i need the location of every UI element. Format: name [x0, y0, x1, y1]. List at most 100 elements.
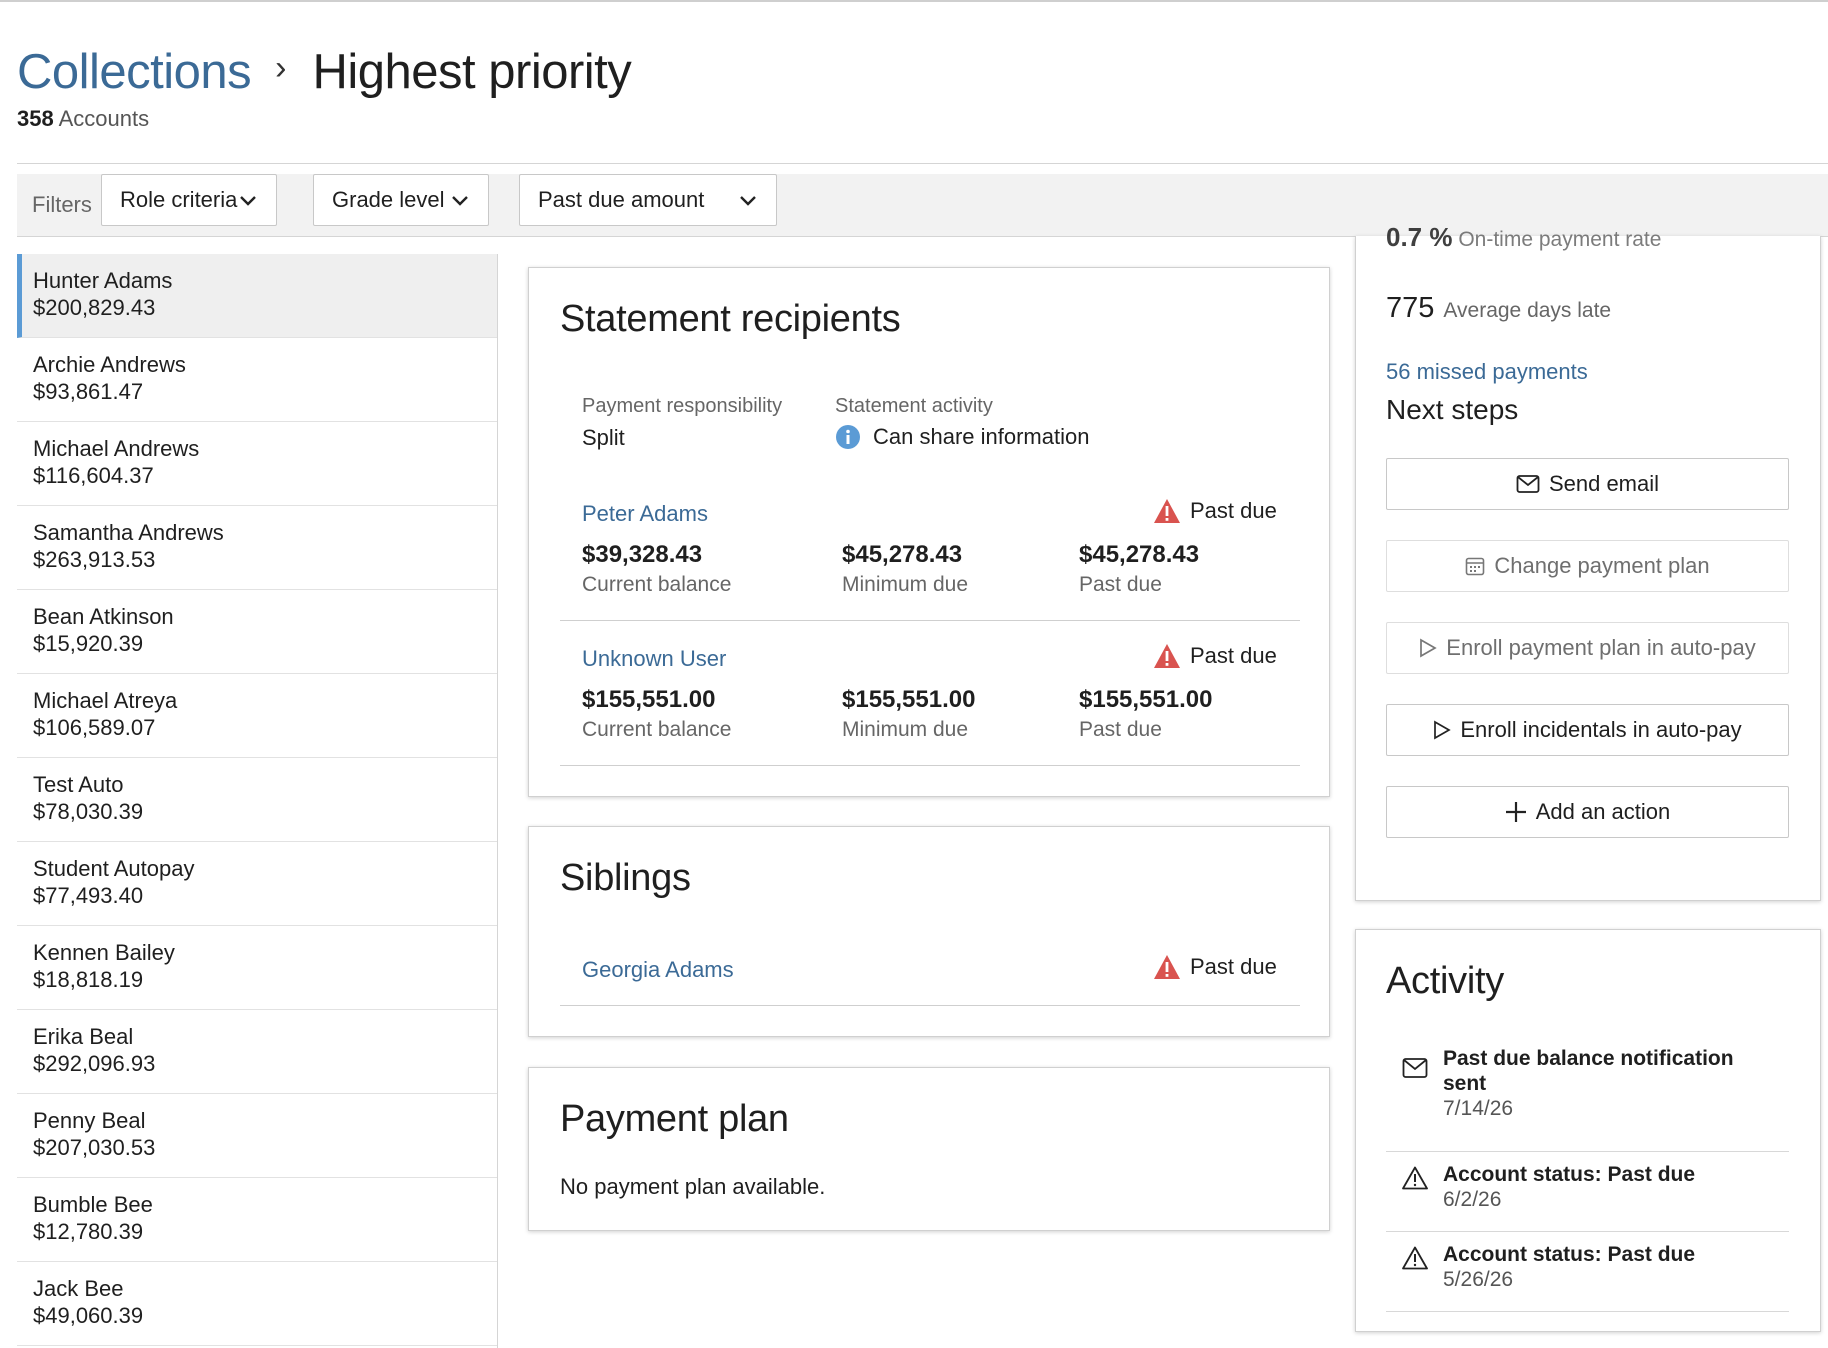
- statement-recipients-card: Statement recipients Payment responsibil…: [528, 267, 1330, 797]
- account-name: Student Autopay: [33, 856, 195, 881]
- current-balance-label: Current balance: [582, 718, 732, 741]
- account-name: Archie Andrews: [33, 352, 186, 377]
- current-balance-block: $39,328.43 Current balance: [582, 541, 731, 597]
- activity-item: Past due balance notification sent 7/14/…: [1386, 1046, 1789, 1152]
- chevron-down-icon: [740, 196, 756, 206]
- account-name: Samantha Andrews: [33, 520, 224, 545]
- activity-item: Account status: Past due 5/26/26: [1386, 1232, 1789, 1312]
- average-days-late-row: 775 Average days late: [1386, 292, 1611, 325]
- list-item[interactable]: Michael Atreya $106,589.07: [17, 674, 497, 758]
- missed-payments-link[interactable]: 56 missed payments: [1386, 359, 1588, 385]
- on-time-rate-label: On-time payment rate: [1458, 228, 1662, 251]
- role-criteria-filter-button[interactable]: Role criteria: [101, 174, 277, 226]
- list-item[interactable]: Student Autopay $77,493.40: [17, 842, 497, 926]
- average-days-late-value: 775: [1386, 292, 1435, 324]
- list-item[interactable]: Jack Bee $49,060.39: [17, 1262, 497, 1346]
- warning-icon: [1154, 644, 1180, 668]
- mail-icon: [1516, 475, 1540, 493]
- list-item[interactable]: Archie Andrews $93,861.47: [17, 338, 497, 422]
- recipient-divider: [560, 620, 1300, 621]
- payment-plan-message: No payment plan available.: [560, 1174, 826, 1199]
- add-action-label: Add an action: [1535, 799, 1671, 824]
- current-balance-label: Current balance: [582, 573, 732, 596]
- account-amount: $200,829.43: [33, 295, 156, 320]
- list-item[interactable]: Samantha Andrews $263,913.53: [17, 506, 497, 590]
- enroll-payment-plan-autopay-label: Enroll payment plan in auto-pay: [1446, 635, 1756, 660]
- activity-title: Activity: [1386, 960, 1504, 1002]
- filters-label: Filters: [32, 192, 92, 217]
- plus-icon: [1505, 802, 1526, 822]
- breadcrumb-collections-link[interactable]: Collections: [17, 44, 252, 100]
- past-due-status: Past due: [1190, 498, 1277, 523]
- list-item[interactable]: Bumble Bee $12,780.39: [17, 1178, 497, 1262]
- enroll-incidentals-autopay-label: Enroll incidentals in auto-pay: [1460, 717, 1742, 742]
- recipient-name-link[interactable]: Unknown User: [582, 646, 726, 672]
- account-amount: $77,493.40: [33, 883, 144, 908]
- past-due-value: $45,278.43: [1079, 541, 1200, 568]
- activity-text: Account status: Past due 6/2/26: [1443, 1162, 1773, 1212]
- past-due-amount-filter-button[interactable]: Past due amount: [519, 174, 777, 226]
- activity-item: Account status: Past due 6/2/26: [1386, 1152, 1789, 1232]
- accounts-count-label: Accounts: [58, 106, 150, 131]
- past-due-badge: Past due: [1153, 643, 1277, 669]
- enroll-payment-plan-autopay-button[interactable]: Enroll payment plan in auto-pay: [1386, 622, 1789, 674]
- list-item[interactable]: Erika Beal $292,096.93: [17, 1010, 497, 1094]
- account-name: Bean Atkinson: [33, 604, 174, 629]
- account-name: Hunter Adams: [33, 268, 173, 293]
- account-amount: $207,030.53: [33, 1135, 156, 1160]
- sibling-divider: [560, 1005, 1300, 1006]
- minimum-due-value: $45,278.43: [842, 541, 963, 568]
- activity-description: Past due balance notification sent: [1443, 1047, 1734, 1095]
- minimum-due-label: Minimum due: [842, 573, 969, 596]
- activity-text: Account status: Past due 5/26/26: [1443, 1242, 1773, 1292]
- account-name: Kennen Bailey: [33, 940, 175, 965]
- list-item[interactable]: Hunter Adams $200,829.43: [17, 254, 497, 338]
- header-divider: [17, 163, 1828, 164]
- account-amount: $292,096.93: [33, 1051, 156, 1076]
- warning-icon: [1154, 499, 1180, 523]
- account-name: Penny Beal: [33, 1108, 146, 1133]
- top-border: [0, 0, 1828, 2]
- minimum-due-block: $45,278.43 Minimum due: [842, 541, 968, 597]
- change-payment-plan-button[interactable]: Change payment plan: [1386, 540, 1789, 592]
- minimum-due-block: $155,551.00 Minimum due: [842, 686, 975, 742]
- sibling-name-link[interactable]: Georgia Adams: [582, 957, 734, 983]
- send-email-button[interactable]: Send email: [1386, 458, 1789, 510]
- past-due-value: $155,551.00: [1079, 686, 1213, 713]
- statement-activity-label: Statement activity: [835, 395, 993, 417]
- minimum-due-label: Minimum due: [842, 718, 969, 741]
- on-time-rate-value: 0.7 %: [1386, 222, 1453, 252]
- account-amount: $106,589.07: [33, 715, 156, 740]
- warning-icon: [1154, 955, 1180, 979]
- breadcrumb: Collections › Highest priority: [17, 40, 632, 104]
- list-item[interactable]: Penny Beal $207,030.53: [17, 1094, 497, 1178]
- payment-responsibility-value: Split: [582, 425, 625, 450]
- list-item[interactable]: Bean Atkinson $15,920.39: [17, 590, 497, 674]
- past-due-amount-label: Past due amount: [538, 187, 705, 212]
- past-due-status: Past due: [1190, 954, 1277, 979]
- past-due-label: Past due: [1079, 718, 1162, 741]
- statement-activity-text: Can share information: [873, 424, 1090, 449]
- chevron-down-icon: [452, 196, 468, 206]
- next-steps-title: Next steps: [1386, 394, 1519, 425]
- account-amount: $93,861.47: [33, 379, 144, 404]
- account-list[interactable]: Hunter Adams $200,829.43 Archie Andrews $9…: [17, 254, 498, 1348]
- activity-description: Account status: Past due: [1443, 1163, 1696, 1186]
- send-email-label: Send email: [1548, 471, 1660, 496]
- list-item[interactable]: Kennen Bailey $18,818.19: [17, 926, 497, 1010]
- info-icon: [836, 425, 860, 449]
- list-item[interactable]: Test Auto $78,030.39: [17, 758, 497, 842]
- account-name: Bumble Bee: [33, 1192, 153, 1217]
- add-action-button[interactable]: Add an action: [1386, 786, 1789, 838]
- grade-level-filter-button[interactable]: Grade level: [313, 174, 489, 226]
- current-balance-value: $155,551.00: [582, 686, 716, 713]
- chevron-right-icon: ›: [275, 48, 287, 87]
- enroll-incidentals-autopay-button[interactable]: Enroll incidentals in auto-pay: [1386, 704, 1789, 756]
- list-item[interactable]: Michael Andrews $116,604.37: [17, 422, 497, 506]
- past-due-badge: Past due: [1153, 498, 1277, 524]
- payment-responsibility-label: Payment responsibility: [582, 395, 783, 417]
- payment-plan-title: Payment plan: [560, 1098, 789, 1140]
- recipient-name-link[interactable]: Peter Adams: [582, 501, 708, 527]
- account-name: Test Auto: [33, 772, 124, 797]
- accounts-count-number: 358: [17, 106, 54, 131]
